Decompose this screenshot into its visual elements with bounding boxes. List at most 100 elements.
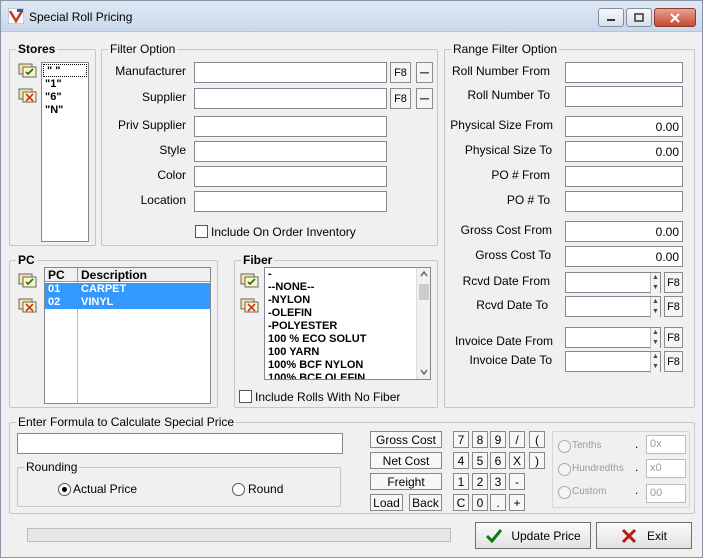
key-divide-button[interactable]: / <box>509 431 525 448</box>
key-minus-button[interactable]: - <box>509 473 525 490</box>
hundredths-input[interactable]: x0 <box>646 459 686 478</box>
select-all-fiber-button[interactable] <box>239 271 261 289</box>
description-column-header[interactable]: Description <box>81 268 147 282</box>
rcvd-date-to-input[interactable]: ▲ ▼ <box>565 296 661 318</box>
key-1-button[interactable]: 1 <box>453 473 469 490</box>
freight-button[interactable]: Freight <box>370 473 442 490</box>
priv-supplier-input[interactable] <box>194 116 387 137</box>
color-input[interactable] <box>194 166 387 187</box>
key-6-button[interactable]: 6 <box>490 452 506 469</box>
roll-number-from-input[interactable] <box>565 62 683 83</box>
store-item[interactable]: "1" <box>42 78 88 91</box>
rcvd-date-to-f8-button[interactable]: F8 <box>664 296 683 317</box>
fiber-item[interactable]: 100% BCF NYLON <box>265 359 430 372</box>
physical-size-to-input[interactable]: 0.00 <box>565 141 683 162</box>
table-row[interactable]: 02 VINYL <box>45 296 210 309</box>
round-radio[interactable] <box>232 483 245 496</box>
key-0-button[interactable]: 0 <box>472 494 488 511</box>
stores-list[interactable]: " " "1" "6" "N" <box>41 62 89 242</box>
fiber-item[interactable]: 100% BCF OLEFIN <box>265 372 430 379</box>
fiber-list[interactable]: - --NONE-- -NYLON -OLEFIN -POLYESTER 100… <box>264 267 431 380</box>
key-decimal-button[interactable]: . <box>490 494 506 511</box>
key-4-button[interactable]: 4 <box>453 452 469 469</box>
key-5-button[interactable]: 5 <box>472 452 488 469</box>
store-item[interactable]: "N" <box>42 104 88 117</box>
po-from-input[interactable] <box>565 166 683 187</box>
hundredths-radio[interactable] <box>558 463 571 476</box>
deselect-all-stores-button[interactable] <box>17 86 39 104</box>
manufacturer-f8-button[interactable]: F8 <box>390 62 411 83</box>
rcvd-date-from-input[interactable]: ▲ ▼ <box>565 272 661 294</box>
supplier-input[interactable] <box>194 88 387 109</box>
update-price-button[interactable]: Update Price <box>475 522 591 549</box>
physical-size-from-input[interactable]: 0.00 <box>565 116 683 137</box>
gross-cost-button[interactable]: Gross Cost <box>370 431 442 448</box>
fiber-scrollbar[interactable] <box>416 268 430 379</box>
key-9-button[interactable]: 9 <box>490 431 506 448</box>
tenths-dot: . <box>635 437 639 451</box>
supplier-f8-button[interactable]: F8 <box>390 88 411 109</box>
close-button[interactable] <box>654 8 696 27</box>
fiber-item[interactable]: - <box>265 268 430 281</box>
po-to-input[interactable] <box>565 191 683 212</box>
key-close-paren-button[interactable]: ) <box>529 452 545 469</box>
select-all-icon <box>18 273 37 288</box>
key-7-button[interactable]: 7 <box>453 431 469 448</box>
gross-cost-to-input[interactable]: 0.00 <box>565 246 683 267</box>
formula-input[interactable] <box>17 433 343 454</box>
roll-number-to-input[interactable] <box>565 86 683 107</box>
back-button[interactable]: Back <box>409 494 442 511</box>
fiber-item[interactable]: -NYLON <box>265 294 430 307</box>
key-3-button[interactable]: 3 <box>490 473 506 490</box>
fiber-item[interactable]: -POLYESTER <box>265 320 430 333</box>
fiber-item[interactable]: -OLEFIN <box>265 307 430 320</box>
supplier-clear-button[interactable] <box>416 88 433 109</box>
net-cost-button[interactable]: Net Cost <box>370 452 442 469</box>
key-multiply-button[interactable]: X <box>509 452 525 469</box>
invoice-date-from-spinner[interactable]: ▲ ▼ <box>650 328 660 349</box>
invoice-date-to-input[interactable]: ▲ ▼ <box>565 351 661 373</box>
include-no-fiber-checkbox[interactable] <box>239 390 252 403</box>
select-all-pc-button[interactable] <box>17 271 39 289</box>
invoice-date-to-f8-button[interactable]: F8 <box>664 351 683 372</box>
key-2-button[interactable]: 2 <box>472 473 488 490</box>
rcvd-date-from-spinner[interactable]: ▲ ▼ <box>650 273 660 294</box>
invoice-date-from-f8-button[interactable]: F8 <box>664 327 683 348</box>
key-plus-button[interactable]: + <box>509 494 525 511</box>
rcvd-date-from-f8-button[interactable]: F8 <box>664 272 683 293</box>
fiber-item[interactable]: 100 YARN <box>265 346 430 359</box>
key-clear-button[interactable]: C <box>453 494 469 511</box>
manufacturer-clear-button[interactable] <box>416 62 433 83</box>
rcvd-date-to-spinner[interactable]: ▲ ▼ <box>650 297 660 318</box>
pc-table[interactable]: PC Description 01 CARPET 02 VINYL <box>44 267 211 404</box>
store-item[interactable]: "6" <box>42 91 88 104</box>
gross-cost-from-input[interactable]: 0.00 <box>565 221 683 242</box>
location-input[interactable] <box>194 191 387 212</box>
fiber-item[interactable]: 100 % ECO SOLUT <box>265 333 430 346</box>
rcvd-date-from-label: Rcvd Date From <box>462 274 550 288</box>
invoice-date-to-spinner[interactable]: ▲ ▼ <box>650 352 660 373</box>
table-row[interactable]: 01 CARPET <box>45 283 210 296</box>
app-logo-icon <box>8 8 24 24</box>
exit-button[interactable]: Exit <box>596 522 692 549</box>
style-input[interactable] <box>194 141 387 162</box>
custom-input[interactable]: 00 <box>646 484 686 503</box>
actual-price-radio[interactable] <box>58 483 71 496</box>
tenths-input[interactable]: 0x <box>646 435 686 454</box>
key-8-button[interactable]: 8 <box>472 431 488 448</box>
key-open-paren-button[interactable]: ( <box>529 431 545 448</box>
store-item[interactable]: " " <box>43 64 87 77</box>
manufacturer-input[interactable] <box>194 62 387 83</box>
include-on-order-checkbox[interactable] <box>195 225 208 238</box>
invoice-date-from-input[interactable]: ▲ ▼ <box>565 327 661 349</box>
fiber-item[interactable]: --NONE-- <box>265 281 430 294</box>
deselect-all-pc-button[interactable] <box>17 296 39 314</box>
tenths-radio[interactable] <box>558 440 571 453</box>
deselect-all-fiber-button[interactable] <box>239 296 261 314</box>
load-button[interactable]: Load <box>370 494 403 511</box>
minimize-button[interactable] <box>598 8 624 27</box>
custom-radio[interactable] <box>558 486 571 499</box>
select-all-stores-button[interactable] <box>17 61 39 79</box>
pc-column-header[interactable]: PC <box>48 268 65 282</box>
maximize-button[interactable] <box>626 8 652 27</box>
